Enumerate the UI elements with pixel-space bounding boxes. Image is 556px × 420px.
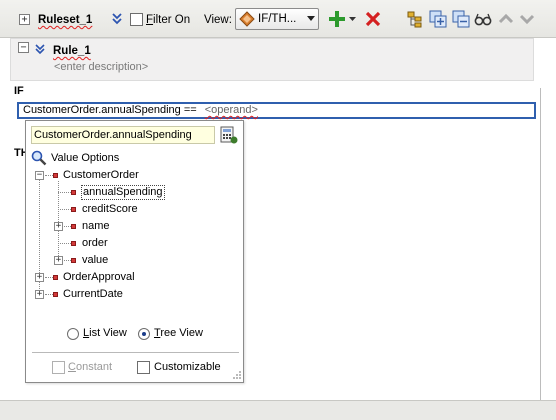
credit-score-node-icon <box>71 207 76 212</box>
list-view-radio[interactable] <box>67 328 79 340</box>
expression-builder-icon[interactable] <box>220 126 238 144</box>
collapse-all-icon[interactable] <box>452 10 470 28</box>
tree-branch <box>58 192 71 193</box>
tree-view-radio[interactable] <box>138 328 150 340</box>
filter-on-label: Filter On <box>146 14 191 26</box>
tree-branch <box>64 226 71 227</box>
rule-description[interactable]: <enter description> <box>54 61 148 73</box>
add-rule-icon[interactable] <box>328 10 346 28</box>
collapse-all-chevrons-icon[interactable] <box>112 12 122 26</box>
annual-spending-node-icon <box>71 190 76 195</box>
value-expander[interactable]: + <box>54 256 63 265</box>
rule-header: − Rule_1 <enter description> <box>10 38 534 81</box>
tree-view-radio-dot <box>142 332 146 336</box>
tree-structure-icon[interactable] <box>406 10 424 28</box>
customer-order-expander[interactable]: − <box>35 171 44 180</box>
order-approval-node-icon <box>53 275 58 280</box>
expression-field[interactable]: CustomerOrder.annualSpending <box>31 126 215 144</box>
filter-on-checkbox[interactable] <box>130 13 143 26</box>
order-approval-expander[interactable]: + <box>35 273 44 282</box>
ruleset-collapse-toggle[interactable]: + <box>19 14 30 25</box>
customizable-checkbox[interactable] <box>137 361 150 374</box>
view-select-value: IF/TH... <box>258 13 297 25</box>
order-node-icon <box>71 241 76 246</box>
tree-item-current-date[interactable]: CurrentDate <box>63 288 123 301</box>
name-node-icon <box>71 224 76 229</box>
tree-item-annual-spending[interactable]: annualSpending <box>81 185 165 200</box>
panel-border <box>540 88 541 400</box>
condition-left-operand[interactable]: CustomerOrder.annualSpending == <box>23 104 197 116</box>
if-then-diamond-icon <box>239 11 255 27</box>
current-date-expander[interactable]: + <box>35 290 44 299</box>
rule-collapse-toggle[interactable]: − <box>18 42 29 53</box>
if-label: IF <box>14 85 24 97</box>
if-condition-row[interactable]: CustomerOrder.annualSpending == <operand… <box>17 102 536 119</box>
add-rule-dropdown-icon[interactable] <box>349 17 356 22</box>
magnifier-icon <box>31 150 47 166</box>
tree-item-order[interactable]: order <box>82 237 108 250</box>
move-up-icon[interactable] <box>497 10 515 28</box>
tree-branch <box>45 175 53 176</box>
tree-branch <box>58 209 71 210</box>
tree-branch <box>64 260 71 261</box>
rule-name[interactable]: Rule_1 <box>53 44 91 58</box>
name-expander[interactable]: + <box>54 222 63 231</box>
move-down-icon[interactable] <box>518 10 536 28</box>
resize-grip-icon[interactable] <box>232 370 242 380</box>
tree-branch <box>45 294 53 295</box>
tree-item-credit-score[interactable]: creditScore <box>82 203 138 216</box>
view-select[interactable]: IF/TH... <box>235 8 319 30</box>
customer-order-node-icon <box>53 173 58 178</box>
tree-item-name[interactable]: name <box>82 220 110 233</box>
glasses-icon[interactable] <box>474 10 492 28</box>
value-node-icon <box>71 258 76 263</box>
current-date-node-icon <box>53 292 58 297</box>
tree-item-value[interactable]: value <box>82 254 108 267</box>
tree-item-customer-order[interactable]: CustomerOrder <box>63 169 139 182</box>
constant-checkbox[interactable] <box>52 361 65 374</box>
popup-separator <box>32 352 239 353</box>
ruleset-name[interactable]: Ruleset_1 <box>38 13 92 27</box>
customizable-label: Customizable <box>154 361 221 373</box>
bottom-bar <box>0 400 556 420</box>
expand-all-icon[interactable] <box>429 10 447 28</box>
value-options-popup: CustomerOrder.annualSpending Value Optio… <box>25 120 244 383</box>
value-options-title: Value Options <box>51 152 120 164</box>
chevron-down-icon <box>307 16 315 21</box>
tree-view-label: Tree View <box>154 327 203 339</box>
list-view-label: List View <box>83 327 127 339</box>
delete-icon[interactable] <box>364 10 382 28</box>
rule-collapse-chevrons-icon[interactable] <box>35 43 45 55</box>
condition-right-operand[interactable]: <operand> <box>205 104 258 116</box>
tree-branch <box>45 277 53 278</box>
tree-item-order-approval[interactable]: OrderApproval <box>63 271 135 284</box>
view-label: View: <box>204 14 232 26</box>
tree-branch <box>58 243 71 244</box>
constant-label: Constant <box>68 361 113 373</box>
